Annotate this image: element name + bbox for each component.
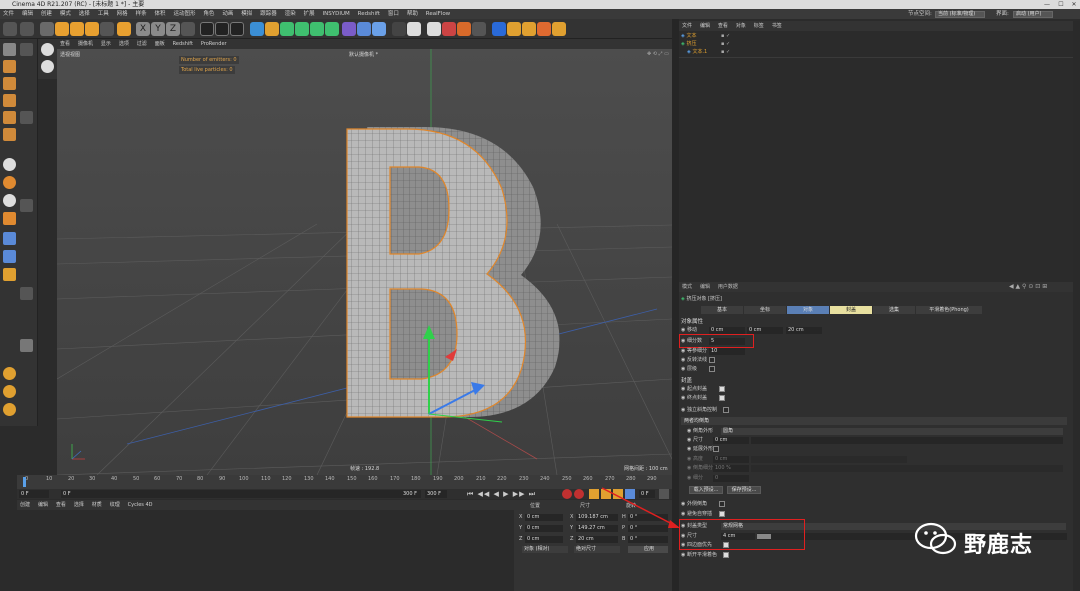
red-arrow [601, 487, 679, 528]
annotation-arrow-layer [601, 487, 680, 528]
red-arrow-head [668, 520, 680, 528]
wechat-logo-icon [914, 522, 957, 555]
watermark: 野鹿志 [914, 522, 1054, 562]
watermark-text: 野鹿志 [964, 533, 1034, 558]
